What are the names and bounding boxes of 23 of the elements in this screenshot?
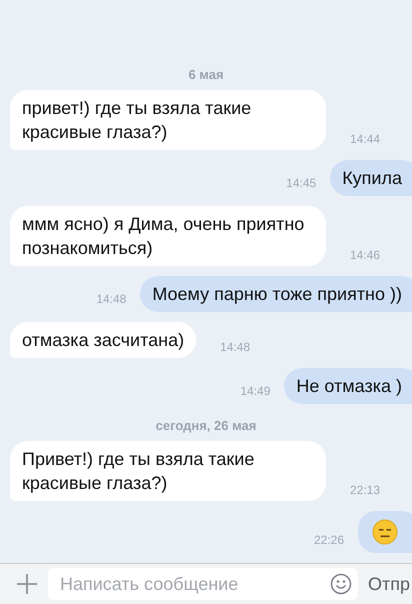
message-bubble: Не отмазка ): [284, 368, 412, 404]
message-bubble: Моему парню тоже приятно )): [140, 276, 412, 312]
message-time: 22:26: [314, 533, 344, 549]
expressionless-emoji-icon: [372, 519, 398, 545]
message-bubble: отмазка засчитана): [10, 322, 196, 358]
message-time: 14:48: [96, 292, 126, 308]
smiley-icon[interactable]: [330, 573, 352, 595]
date-label: 6 мая: [188, 67, 224, 82]
message-time: 14:45: [286, 176, 316, 192]
message-time: 14:48: [220, 340, 250, 356]
message-time: 22:13: [350, 483, 380, 499]
add-icon[interactable]: [16, 573, 38, 595]
message-time: 14:44: [350, 132, 380, 148]
message-bubble: Привет!) где ты взяла такие красивые глаза?): [10, 441, 326, 501]
message-bubble: Купила: [330, 160, 412, 196]
message-input[interactable]: Написать сообщение: [58, 572, 330, 596]
message-field[interactable]: Написать сообщение: [48, 568, 358, 600]
message-bubble: ммм ясно) я Дима, очень приятно познакомиться): [10, 206, 326, 266]
message-time: 14:46: [350, 248, 380, 264]
message-time: 14:49: [240, 384, 270, 400]
send-button[interactable]: Отпр: [368, 574, 412, 594]
message-bubble: привет!) где ты взяла такие красивые глаза?): [10, 90, 326, 150]
date-label: сегодня, 26 мая: [156, 418, 256, 433]
